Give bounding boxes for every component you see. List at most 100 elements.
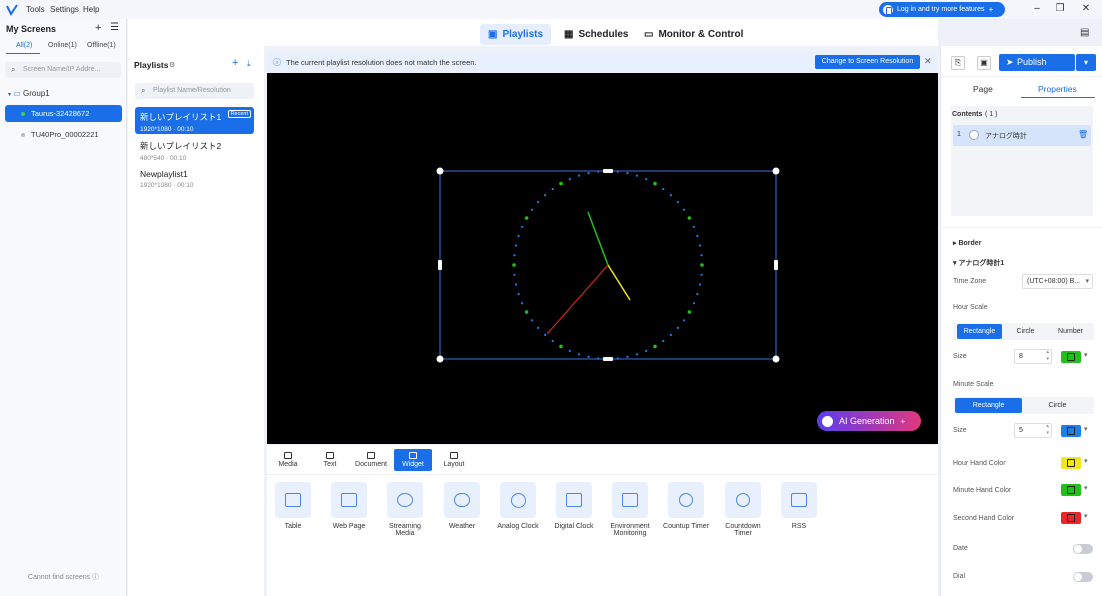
save-icon[interactable]: ▣ (977, 56, 991, 70)
delete-icon[interactable]: 🗑 (1078, 130, 1088, 139)
playlist-item[interactable]: 新しいプレイリスト2 480*540 · 00:10 (135, 136, 254, 163)
resize-handle[interactable] (774, 260, 778, 270)
minimize-icon[interactable]: – (1030, 3, 1044, 14)
date-toggle[interactable] (1073, 544, 1093, 554)
filter-icon[interactable]: ☰ (110, 22, 119, 33)
hour-scale-color-picker[interactable]: ▾ (1061, 349, 1093, 364)
login-button[interactable]: Log in and try more features + (879, 2, 1005, 17)
preview-canvas[interactable]: AI Generation + (267, 73, 938, 444)
playlists-panel: Playlists ⚙ + ⤓ ⌕ Playlist Name/Resoluti… (128, 46, 264, 596)
screen-search-input[interactable]: ⌕ Screen Name/IP Addre... (5, 62, 121, 78)
widget-label: Environment Monitoring (610, 523, 650, 537)
cannot-find-screens-link[interactable]: Cannot find screens ⓘ (0, 572, 127, 582)
tab-schedules[interactable]: ▦ Schedules (556, 24, 636, 45)
close-window-icon[interactable]: ✕ (1079, 3, 1093, 14)
tab-widget-label: Widget (402, 461, 424, 468)
tab-playlists[interactable]: ▣ Playlists (480, 24, 552, 45)
change-resolution-button[interactable]: Change to Screen Resolution (815, 55, 920, 69)
chevron-right-icon: ▸ (953, 240, 957, 247)
screen-item[interactable]: Taurus-32428672 (5, 105, 122, 122)
app-logo-icon (6, 4, 18, 16)
minute-scale-mark (513, 254, 516, 257)
widget-streaming-media[interactable]: Streaming Media (380, 482, 430, 537)
hour-scale-rectangle[interactable]: Rectangle (957, 324, 1002, 339)
minute-scale-circle[interactable]: Circle (1023, 398, 1092, 413)
widget-rss[interactable]: RSS (774, 482, 824, 530)
widget-label: Weather (448, 523, 476, 530)
content-item[interactable]: 1 アナログ時計 🗑 (953, 125, 1091, 146)
active-tab-indicator (6, 53, 40, 54)
playlist-item[interactable]: 新しいプレイリスト1 1920*1080 · 00:10 Recent (135, 107, 254, 134)
tab-media[interactable]: Media (269, 449, 307, 471)
maximize-icon[interactable]: ❐ (1053, 3, 1067, 14)
screen-item[interactable]: TU40Pro_00002221 (5, 126, 122, 143)
time-zone-select[interactable]: (UTC+08:00) B... ▾ (1022, 274, 1093, 289)
add-screen-icon[interactable]: + (95, 22, 101, 34)
resize-handle[interactable] (603, 357, 613, 361)
minute-scale-rectangle[interactable]: Rectangle (955, 398, 1022, 413)
tab-layout[interactable]: Layout (435, 449, 473, 471)
minute-size-input[interactable]: 5 ▴ ▾ (1014, 423, 1052, 438)
resize-handle[interactable] (772, 167, 780, 175)
publish-dropdown[interactable]: ▾ (1076, 54, 1096, 71)
second-hand-color-picker[interactable]: ▾ (1061, 510, 1093, 525)
tab-document[interactable]: Document (352, 449, 390, 471)
analog-clock-widget[interactable] (267, 73, 938, 444)
widget-table[interactable]: Table (268, 482, 318, 530)
search-icon: ⌕ (141, 86, 146, 95)
playlist-item[interactable]: Newplaylist1 1920*1080 · 00:10 (135, 165, 254, 192)
playlist-settings-icon[interactable]: ⚙ (169, 61, 175, 69)
hour-size-input[interactable]: 8 ▴ ▾ (1014, 349, 1052, 364)
tab-offline[interactable]: Offline(1) (87, 42, 116, 49)
tab-schedules-label: Schedules (578, 29, 629, 40)
dial-toggle[interactable] (1073, 572, 1093, 582)
hour-scale-number[interactable]: Number (1048, 324, 1093, 339)
tab-text[interactable]: Text (311, 449, 349, 471)
divider (941, 227, 1102, 228)
menu-settings[interactable]: Settings (50, 5, 79, 14)
minute-hand-color-picker[interactable]: ▾ (1061, 482, 1093, 497)
layout-toggle-icon[interactable]: ▤ (1080, 27, 1089, 38)
widget-web-page[interactable]: Web Page (324, 482, 374, 530)
tab-monitor-control[interactable]: ▭ Monitor & Control (636, 24, 751, 45)
group-row[interactable]: ▾ ▭ Group1 (8, 89, 50, 98)
close-banner-icon[interactable]: ✕ (924, 56, 932, 67)
resize-handle[interactable] (436, 355, 444, 363)
add-playlist-icon[interactable]: + (232, 57, 238, 69)
offline-status-dot (21, 133, 25, 137)
tab-page[interactable]: Page (973, 84, 993, 94)
preview-icon[interactable]: ⎘ (951, 56, 965, 70)
resize-handle[interactable] (772, 355, 780, 363)
tab-properties[interactable]: Properties (1038, 84, 1077, 94)
hour-hand-color-picker[interactable]: ▾ (1061, 455, 1093, 470)
hour-scale-circle[interactable]: Circle (1003, 324, 1048, 339)
widget-weather[interactable]: Weather (437, 482, 487, 530)
minute-scale-mark (515, 283, 518, 286)
playlist-icon: ▣ (488, 29, 498, 40)
minute-scale-mark (577, 353, 581, 356)
menu-help[interactable]: Help (83, 5, 99, 14)
resize-handle[interactable] (438, 260, 442, 270)
widget-countdown-timer[interactable]: Countdown Timer (718, 482, 768, 537)
tab-online[interactable]: Online(1) (48, 42, 77, 49)
ai-generation-button[interactable]: AI Generation + (817, 411, 921, 431)
tab-all[interactable]: All(2) (16, 42, 32, 49)
import-playlist-icon[interactable]: ⤓ (247, 59, 251, 69)
playlist-search-input[interactable]: ⌕ Playlist Name/Resolution (135, 83, 254, 99)
clock-section[interactable]: ▾ アナログ時計1 (953, 258, 1004, 268)
hour-size-label: Size (953, 353, 967, 360)
widget-environment-monitoring[interactable]: Environment Monitoring (605, 482, 655, 537)
menu-tools[interactable]: Tools (26, 5, 45, 14)
widget-analog-clock[interactable]: Analog Clock (493, 482, 543, 530)
tab-widget[interactable]: Widget (394, 449, 432, 471)
publish-button[interactable]: ➤ Publish (999, 54, 1075, 71)
border-section[interactable]: ▸ Border (953, 239, 981, 247)
hour-scale-mark (653, 344, 657, 349)
minute-scale-color-picker[interactable]: ▾ (1061, 423, 1093, 438)
resize-handle[interactable] (603, 169, 613, 173)
widget-digital-clock[interactable]: Digital Clock (549, 482, 599, 530)
login-button-label: Log in and try more features (897, 6, 985, 13)
widget-countup-timer[interactable]: Countup Timer (661, 482, 711, 530)
playlists-title: Playlists (134, 60, 169, 70)
resize-handle[interactable] (436, 167, 444, 175)
